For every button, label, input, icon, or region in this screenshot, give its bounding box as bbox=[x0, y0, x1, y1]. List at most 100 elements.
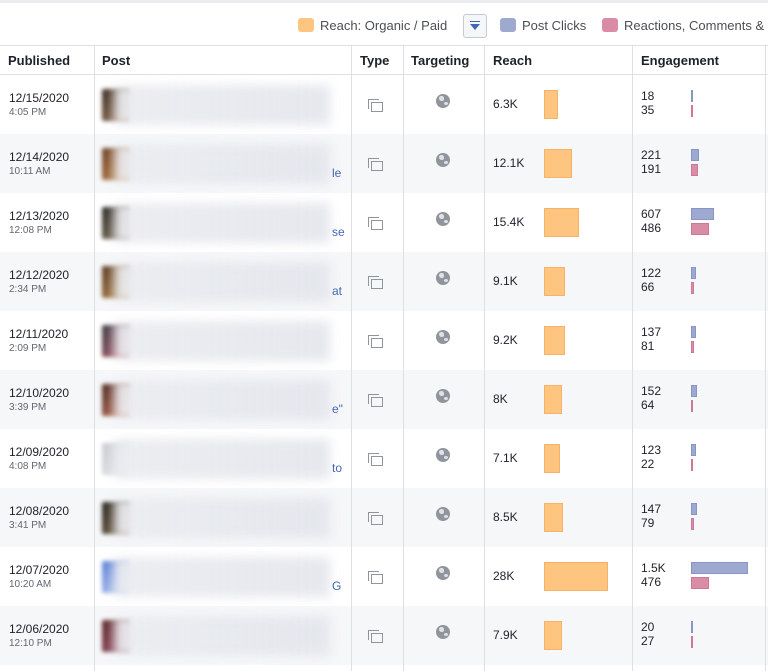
post-text-blurred[interactable] bbox=[114, 616, 330, 656]
col-targeting[interactable]: Targeting bbox=[411, 53, 469, 68]
reach-bar bbox=[544, 444, 560, 473]
table-row[interactable]: 12/09/2020 4:08 PM to 7.1K 123 22 bbox=[0, 429, 768, 488]
multi-photo-icon bbox=[368, 512, 384, 526]
published-date: 12/10/2020 bbox=[9, 386, 70, 400]
reach-swatch bbox=[298, 18, 314, 32]
reactions-bar bbox=[691, 164, 698, 176]
post-text-blurred[interactable] bbox=[114, 85, 330, 125]
post-text-blurred[interactable] bbox=[114, 203, 330, 243]
post-clicks-bar bbox=[691, 503, 697, 515]
reach-bar bbox=[544, 267, 565, 296]
multi-photo-icon bbox=[368, 276, 384, 290]
reactions-bar bbox=[691, 282, 694, 294]
post-clicks-bar bbox=[691, 326, 696, 338]
published-date: 12/11/2020 bbox=[9, 327, 69, 341]
reach-value: 9.2K bbox=[493, 333, 518, 347]
post-text-blurred[interactable] bbox=[114, 380, 330, 420]
published-time: 3:41 PM bbox=[9, 520, 47, 531]
globe-icon bbox=[436, 389, 450, 403]
reach-value: 12.1K bbox=[493, 156, 525, 170]
reactions-value: 486 bbox=[641, 221, 662, 235]
published-date: 12/15/2020 bbox=[9, 91, 70, 105]
globe-icon bbox=[436, 625, 450, 639]
reactions-value: 81 bbox=[641, 339, 655, 353]
table-row[interactable]: 12/15/2020 4:05 PM 6.3K 18 35 bbox=[0, 75, 768, 134]
post-text-blurred[interactable] bbox=[114, 321, 330, 361]
reach-bar bbox=[544, 208, 579, 237]
published-time: 2:09 PM bbox=[9, 343, 47, 354]
table-row[interactable]: 12/14/2020 10:11 AM le 12.1K 221 191 bbox=[0, 134, 768, 193]
post-text-blurred[interactable] bbox=[114, 262, 330, 302]
column-divider bbox=[403, 46, 404, 671]
reach-bar bbox=[544, 621, 562, 650]
table-row[interactable]: 12/08/2020 3:41 PM 8.5K 147 79 bbox=[0, 488, 768, 547]
reactions-bar bbox=[691, 636, 693, 648]
reach-bar bbox=[544, 503, 563, 532]
reach-bar bbox=[544, 90, 558, 119]
multi-photo-icon bbox=[368, 630, 384, 644]
table-row[interactable]: 12/11/2020 2:09 PM 9.2K 137 81 bbox=[0, 311, 768, 370]
column-divider bbox=[765, 46, 766, 671]
table-row[interactable]: 12/10/2020 3:39 PM e" 8K 152 64 bbox=[0, 370, 768, 429]
reactions-bar bbox=[691, 341, 694, 353]
legend-reactions-label: Reactions, Comments & bbox=[624, 17, 765, 33]
reactions-bar bbox=[691, 105, 693, 117]
post-clicks-swatch bbox=[500, 18, 516, 32]
multi-photo-icon bbox=[368, 158, 384, 172]
published-time: 3:39 PM bbox=[9, 402, 47, 413]
globe-icon bbox=[436, 507, 450, 521]
published-date: 12/14/2020 bbox=[9, 150, 70, 164]
post-link-text[interactable]: G bbox=[332, 579, 341, 593]
post-clicks-value: 123 bbox=[641, 443, 662, 457]
reach-bar bbox=[544, 326, 565, 355]
col-reach[interactable]: Reach bbox=[493, 53, 532, 68]
post-link-text[interactable]: le bbox=[332, 166, 341, 180]
post-clicks-bar bbox=[691, 149, 699, 161]
published-date: 12/08/2020 bbox=[9, 504, 70, 518]
multi-photo-icon bbox=[368, 99, 384, 113]
post-clicks-bar bbox=[691, 208, 714, 220]
reach-bar bbox=[544, 385, 562, 414]
published-date: 12/09/2020 bbox=[9, 445, 70, 459]
reactions-value: 476 bbox=[641, 575, 662, 589]
post-text-blurred[interactable] bbox=[114, 439, 330, 479]
col-published[interactable]: Published bbox=[8, 53, 70, 68]
post-clicks-value: 221 bbox=[641, 148, 662, 162]
multi-photo-icon bbox=[368, 217, 384, 231]
col-post[interactable]: Post bbox=[102, 53, 130, 68]
table-row[interactable]: 12/12/2020 2:34 PM at 9.1K 122 66 bbox=[0, 252, 768, 311]
legend-reach-label: Reach: Organic / Paid bbox=[320, 17, 448, 33]
legend-post-clicks: Post Clicks bbox=[500, 17, 586, 33]
reactions-bar bbox=[691, 577, 709, 589]
post-clicks-value: 152 bbox=[641, 384, 662, 398]
col-engagement[interactable]: Engagement bbox=[641, 53, 719, 68]
post-text-blurred[interactable] bbox=[114, 498, 330, 538]
reactions-value: 79 bbox=[641, 516, 655, 530]
post-link-text[interactable]: e" bbox=[332, 402, 343, 416]
legend-reactions: Reactions, Comments & bbox=[602, 17, 764, 33]
reach-value: 8.5K bbox=[493, 510, 518, 524]
post-clicks-bar bbox=[691, 385, 697, 397]
reach-value: 6.3K bbox=[493, 97, 518, 111]
post-link-text[interactable]: to bbox=[332, 461, 342, 475]
published-time: 2:34 PM bbox=[9, 284, 47, 295]
reactions-bar bbox=[691, 223, 709, 235]
post-clicks-bar bbox=[691, 621, 693, 633]
table-row[interactable]: 12/13/2020 12:08 PM se 15.4K 607 486 bbox=[0, 193, 768, 252]
post-link-text[interactable]: se bbox=[332, 225, 345, 239]
reach-value: 7.9K bbox=[493, 628, 518, 642]
reactions-value: 66 bbox=[641, 280, 655, 294]
table-row[interactable]: 12/07/2020 10:20 AM G 28K 1.5K 476 bbox=[0, 547, 768, 606]
table-row[interactable]: 12/06/2020 12:10 PM 7.9K 20 27 bbox=[0, 606, 768, 665]
reactions-bar bbox=[691, 518, 694, 530]
reach-value: 28K bbox=[493, 569, 515, 583]
published-time: 12:08 PM bbox=[9, 225, 52, 236]
post-text-blurred[interactable] bbox=[114, 557, 330, 597]
reactions-bar bbox=[691, 400, 693, 412]
multi-photo-icon bbox=[368, 335, 384, 349]
reach-dropdown-button[interactable] bbox=[463, 14, 487, 38]
post-link-text[interactable]: at bbox=[332, 284, 342, 298]
post-clicks-value: 607 bbox=[641, 207, 662, 221]
col-type[interactable]: Type bbox=[360, 53, 389, 68]
post-text-blurred[interactable] bbox=[114, 144, 330, 184]
